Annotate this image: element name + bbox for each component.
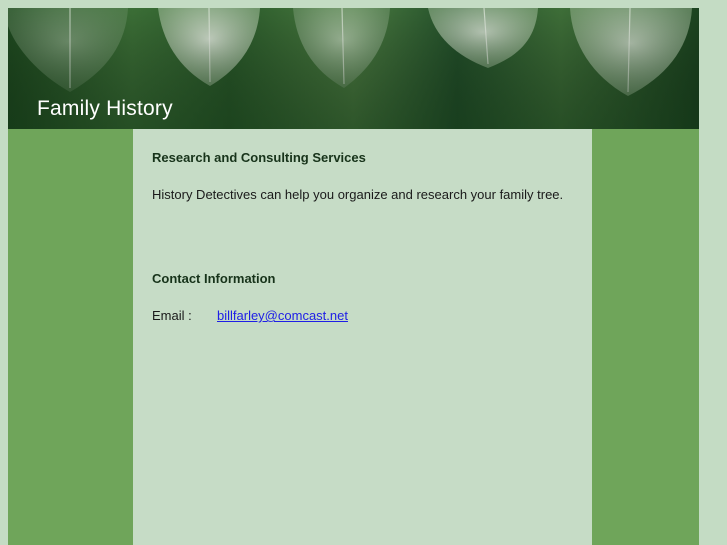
services-heading: Research and Consulting Services <box>152 150 366 165</box>
contact-heading: Contact Information <box>152 271 276 286</box>
header-banner: Family History <box>8 8 699 129</box>
email-label: Email : <box>152 308 192 323</box>
main-content: Research and Consulting Services History… <box>133 129 592 545</box>
site-title: Family History <box>37 97 173 120</box>
services-description: History Detectives can help you organize… <box>152 187 564 202</box>
page-frame: Family History Research and Consulting S… <box>8 8 699 545</box>
email-link[interactable]: billfarley@comcast.net <box>217 308 348 323</box>
